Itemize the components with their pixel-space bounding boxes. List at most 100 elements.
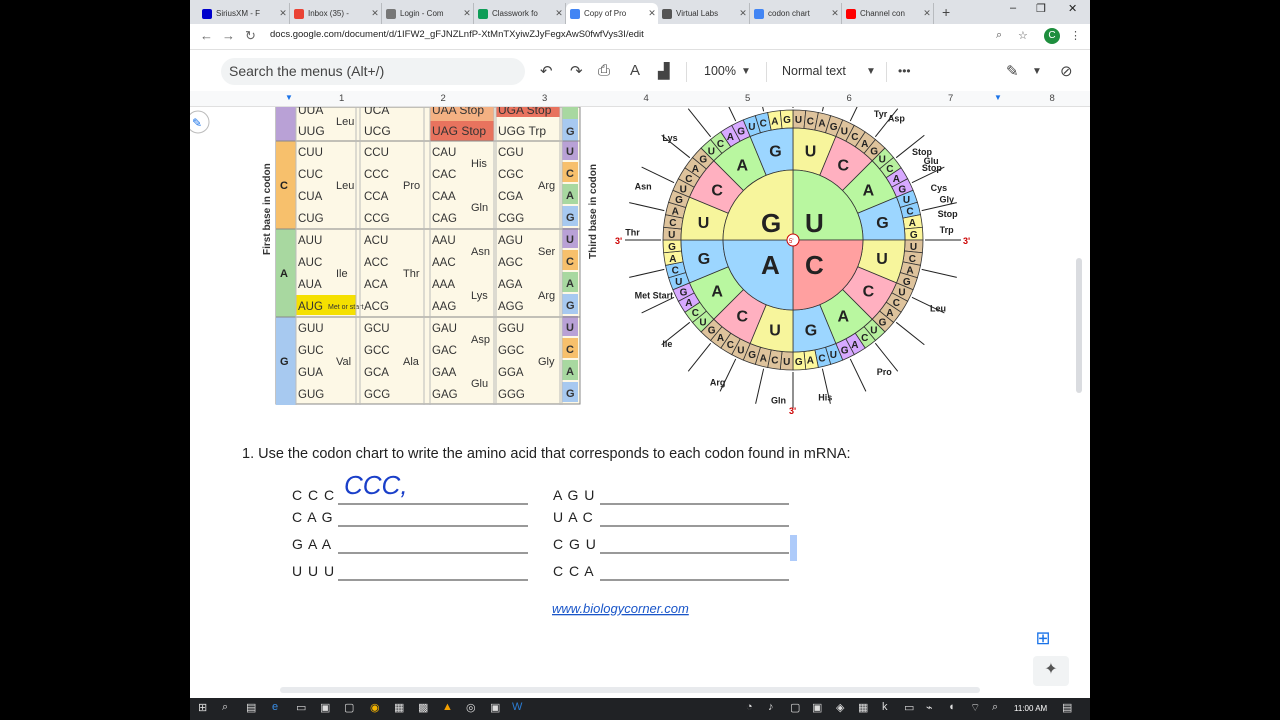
tab-0[interactable]: SiriusXM - F ✕ — [198, 3, 290, 24]
amino-spoke — [629, 202, 665, 212]
close-tab-icon[interactable]: ✕ — [829, 8, 841, 19]
ruler-number: 8 — [1049, 93, 1055, 104]
zoom-select[interactable]: 100% — [704, 64, 736, 78]
edit-mode-pencil-icon[interactable]: ✎ — [1006, 62, 1019, 80]
task-view-icon[interactable]: ▤ — [246, 701, 256, 714]
url-field[interactable]: docs.google.com/document/d/1IFW2_gFJNZLn… — [270, 29, 644, 40]
volume-icon[interactable]: ◖ — [948, 701, 955, 713]
center-base-letter: U — [805, 208, 824, 238]
amino-acid-label: Asp — [471, 334, 490, 346]
third-base-axis-label: Third base in codon — [588, 164, 599, 259]
chevron-down-icon[interactable]: ▼ — [866, 66, 876, 77]
edge-icon[interactable]: e — [272, 701, 278, 713]
redo-icon[interactable]: ↷ — [570, 62, 583, 80]
vlc-icon[interactable]: ▲ — [442, 701, 453, 713]
avatar[interactable]: C — [1044, 28, 1060, 44]
k-icon[interactable]: k — [882, 701, 888, 713]
tray-icon[interactable]: ◈ — [836, 701, 844, 714]
chrome-icon[interactable]: ◉ — [370, 701, 380, 714]
more-options-icon[interactable]: ••• — [898, 64, 911, 78]
close-button[interactable]: ✕ — [1068, 2, 1077, 15]
third-base-letter: U — [841, 127, 848, 138]
chevron-down-icon[interactable]: ▼ — [741, 66, 751, 77]
wheel-amino-acid-label: His — [818, 393, 832, 403]
close-tab-icon[interactable]: ✕ — [461, 8, 473, 19]
tab-1[interactable]: Inbox (35) - ✕ — [290, 3, 382, 24]
style-select[interactable]: Normal text — [782, 64, 846, 78]
left-indent-marker-icon[interactable]: ▼ — [285, 93, 293, 102]
codon-cell: GGU — [498, 323, 524, 335]
tab-7[interactable]: Channel con ✕ — [842, 3, 934, 24]
vertical-scrollbar[interactable] — [1076, 258, 1082, 393]
forward-icon[interactable]: → — [222, 28, 235, 43]
app-icon[interactable]: ▩ — [418, 701, 428, 714]
right-indent-marker-icon[interactable]: ▼ — [994, 93, 1002, 102]
tray-icon[interactable]: ▦ — [858, 701, 868, 714]
lock-icon[interactable]: ▢ — [344, 701, 354, 714]
close-tab-icon[interactable]: ✕ — [646, 8, 658, 19]
microphone-icon[interactable]: ♪ — [768, 701, 774, 713]
windows-start-icon[interactable]: ⊞ — [198, 701, 207, 714]
tray-icon[interactable]: ◔ — [746, 701, 753, 713]
close-tab-icon[interactable]: ✕ — [277, 8, 289, 19]
minimize-button[interactable]: – — [1010, 2, 1016, 14]
tab-3[interactable]: Classwork fo ✕ — [474, 3, 566, 24]
add-comment-icon[interactable]: ⊞ — [1031, 627, 1055, 651]
star-icon[interactable]: ☆ — [1018, 29, 1028, 42]
explore-icon[interactable]: ✦ — [1033, 656, 1069, 686]
tray-icon[interactable]: ▭ — [904, 701, 914, 714]
second-base-letter: G — [769, 144, 781, 161]
restore-button[interactable]: ❐ — [1036, 2, 1046, 15]
codon-cell: ACG — [364, 301, 389, 313]
tab-2[interactable]: Login - Com ✕ — [382, 3, 474, 24]
zoom-lens-icon[interactable]: ⌕ — [996, 29, 1002, 42]
third-base-letter: G — [708, 326, 716, 337]
reload-icon[interactable]: ↻ — [245, 28, 256, 44]
search-icon[interactable]: ⌕ — [222, 701, 228, 714]
file-explorer-icon[interactable]: ▭ — [296, 701, 306, 714]
close-tab-icon[interactable]: ✕ — [737, 8, 749, 19]
app-icon[interactable]: ◎ — [466, 701, 476, 714]
tab-6[interactable]: codon chart ✕ — [750, 3, 842, 24]
third-base-letter: C — [818, 353, 825, 364]
third-base-letter: C — [717, 139, 724, 150]
app-icon[interactable]: ▦ — [394, 701, 404, 714]
tray-icon[interactable]: ▣ — [812, 701, 822, 714]
notification-icon[interactable]: ▤ — [1062, 701, 1072, 714]
undo-icon[interactable]: ↶ — [540, 62, 553, 80]
codon-cell: AUU — [298, 235, 322, 247]
word-icon[interactable]: W — [512, 701, 522, 713]
chevron-down-icon[interactable]: ▼ — [1032, 66, 1042, 77]
kebab-menu-icon[interactable]: ⋮ — [1070, 29, 1081, 42]
hide-menus-icon[interactable]: ⊘ — [1060, 62, 1073, 80]
codon-cell: AGA — [498, 279, 523, 291]
new-tab-button[interactable]: + — [942, 4, 950, 20]
paint-format-icon[interactable]: ▟ — [658, 62, 670, 80]
back-icon[interactable]: ← — [200, 28, 213, 43]
close-tab-icon[interactable]: ✕ — [369, 8, 381, 19]
third-base-letter: G — [795, 357, 803, 368]
tab-4[interactable]: Copy of Pro ✕ — [566, 3, 658, 24]
document-page[interactable]: ✎ UUA UUG UCA UCG UAA Stop UAG Stop UGA Stop UG… — [190, 72, 1090, 690]
codon-cell: GUA — [298, 367, 323, 379]
app-icon[interactable]: ▣ — [490, 701, 500, 714]
source-link[interactable]: www.biologycorner.com — [552, 601, 689, 616]
wheel-amino-acid-label: Leu — [930, 304, 946, 314]
third-base-letter: U — [708, 146, 715, 157]
spellcheck-icon[interactable]: A — [630, 62, 640, 79]
tray-icon[interactable]: ▢ — [790, 701, 800, 714]
tab-5[interactable]: Virtual Labs ✕ — [658, 3, 750, 24]
tab-favicon-icon — [570, 8, 580, 19]
search-menus-input[interactable]: Search the menus (Alt+/) — [221, 58, 525, 85]
store-icon[interactable]: ▣ — [320, 701, 330, 714]
close-tab-icon[interactable]: ✕ — [553, 8, 565, 19]
tray-icon[interactable]: ⌁ — [926, 701, 933, 714]
horizontal-scrollbar[interactable] — [280, 687, 980, 693]
codon-cell: CCG — [364, 213, 390, 225]
network-icon[interactable]: ⌔ — [970, 701, 980, 715]
third-base-letter: U — [783, 357, 790, 368]
close-tab-icon[interactable]: ✕ — [921, 8, 933, 19]
tray-icon[interactable]: ⌕ — [992, 701, 998, 714]
print-icon[interactable]: ⎙ — [598, 62, 610, 79]
ruler[interactable]: 1 2 3 4 5 6 7 8 ▼ ▼ — [190, 91, 1090, 107]
